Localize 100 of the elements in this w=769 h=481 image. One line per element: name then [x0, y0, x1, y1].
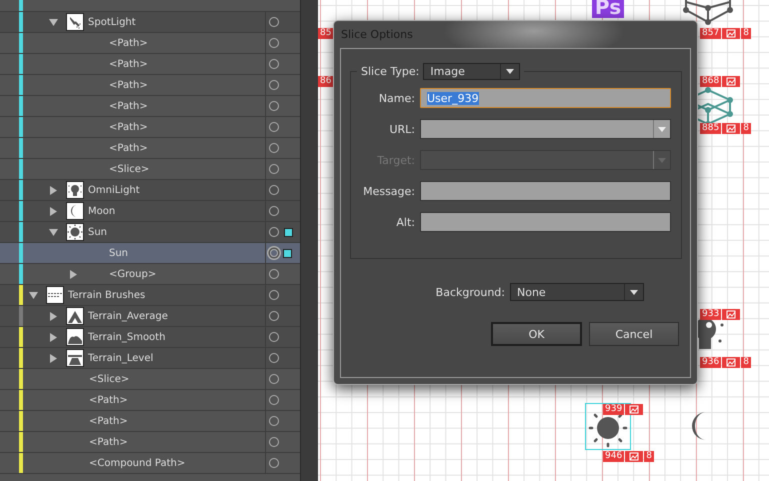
field-label: URL: — [388, 122, 416, 136]
slice-number: 933 — [700, 309, 722, 320]
input-field[interactable]: User_939 — [420, 88, 671, 108]
lightbulb-thumbnail — [66, 181, 84, 199]
layer-row[interactable]: <Slice> — [0, 159, 300, 180]
selected-slice-frame[interactable] — [585, 403, 631, 450]
layer-row[interactable]: <Path> — [0, 117, 300, 138]
slice-number: 946 — [603, 451, 624, 462]
layer-name: <Path> — [109, 80, 148, 90]
slice-number: 85 — [318, 28, 334, 39]
field-label: Background: — [436, 286, 505, 298]
layer-name: Terrain_Level — [88, 352, 154, 364]
collapse-triangle-icon[interactable] — [28, 292, 38, 298]
layer-row[interactable]: <Slice> — [0, 369, 300, 390]
plateau-thumbnail — [66, 349, 84, 367]
target-circle-icon[interactable] — [269, 164, 279, 174]
layer-row[interactable]: <Compound Path> — [0, 453, 300, 474]
background-dropdown[interactable]: None — [510, 283, 644, 301]
target-circle-icon[interactable] — [269, 353, 279, 363]
spotlight-thumbnail — [66, 13, 84, 31]
layer-name: Terrain Brushes — [68, 290, 146, 300]
expand-triangle-icon[interactable] — [50, 312, 56, 320]
layer-row[interactable]: Terrain_Smooth — [0, 327, 300, 348]
layer-row[interactable]: <Path> — [0, 390, 300, 411]
target-circle-icon[interactable] — [269, 122, 279, 132]
hills-thumbnail — [66, 328, 84, 346]
layer-row[interactable]: OmniLight — [0, 180, 300, 201]
layer-row[interactable]: <Path> — [0, 411, 300, 432]
expand-triangle-icon[interactable] — [70, 270, 76, 278]
slice-count: 8 — [741, 28, 751, 39]
input-field[interactable] — [420, 212, 671, 232]
layer-row[interactable]: <Path> — [0, 96, 300, 117]
layer-row[interactable]: Sun — [0, 222, 300, 243]
layer-row[interactable]: Terrain Brushes — [0, 285, 300, 306]
expand-triangle-icon[interactable] — [50, 354, 56, 362]
target-circle-icon[interactable] — [269, 206, 279, 216]
target-circle-icon[interactable] — [269, 101, 279, 111]
layer-row[interactable]: <Group> — [0, 264, 300, 285]
target-circle-icon[interactable] — [269, 227, 279, 237]
expand-triangle-icon[interactable] — [50, 332, 56, 342]
caret-icon[interactable] — [506, 69, 514, 74]
target-circle-icon[interactable] — [269, 80, 279, 90]
layer-name: Sun — [88, 226, 108, 238]
dialog-button[interactable]: Cancel — [589, 322, 679, 346]
expand-triangle-icon[interactable] — [50, 186, 56, 194]
target-circle-icon[interactable] — [269, 290, 279, 300]
caret-icon[interactable] — [630, 290, 638, 294]
layer-name: <Path> — [109, 122, 148, 132]
sun-thumbnail — [66, 223, 84, 241]
combo-field[interactable] — [420, 119, 671, 139]
layer-name: <Path> — [109, 142, 148, 154]
slice-count: 8 — [644, 451, 654, 462]
target-circle-icon[interactable] — [269, 311, 279, 321]
field-label: Slice Type: — [361, 65, 420, 78]
layer-name: <Slice> — [89, 374, 130, 384]
input-field[interactable] — [420, 181, 671, 201]
target-circle-icon[interactable] — [269, 458, 279, 468]
field-label: Name: — [378, 92, 416, 104]
layer-row[interactable]: <Path> — [0, 54, 300, 75]
target-circle-icon[interactable] — [269, 332, 279, 342]
layer-row[interactable]: Terrain_Level — [0, 348, 300, 369]
layer-row[interactable]: Sun — [0, 243, 300, 264]
target-circle-icon[interactable] — [269, 374, 279, 384]
layer-name: Moon — [88, 206, 116, 216]
slice-number: 885 — [700, 123, 722, 134]
moon-thumbnail — [66, 202, 84, 220]
collapse-triangle-icon[interactable] — [48, 18, 58, 26]
layer-row[interactable]: Moon — [0, 201, 300, 222]
slice-type-dropdown[interactable]: Image — [423, 63, 520, 80]
target-circle-icon[interactable] — [269, 143, 279, 153]
layer-name: <Path> — [89, 436, 128, 448]
field-label: Message: — [362, 184, 416, 198]
target-circle-icon[interactable] — [269, 59, 279, 69]
target-circle-icon[interactable] — [269, 416, 279, 426]
dialog-button[interactable]: OK — [491, 322, 582, 346]
layer-row[interactable]: <Path> — [0, 75, 300, 96]
layer-name: <Compound Path> — [89, 458, 186, 468]
target-circle-icon[interactable] — [269, 17, 279, 27]
target-circle-icon[interactable] — [269, 395, 279, 405]
layer-name: <Slice> — [109, 164, 150, 174]
layer-name: <Group> — [109, 268, 156, 280]
layer-row[interactable]: <Path> — [0, 432, 300, 453]
layer-row[interactable]: SpotLight — [0, 12, 300, 33]
slice-number: 86 — [318, 76, 334, 87]
layer-row[interactable]: Terrain_Average — [0, 306, 300, 327]
target-circle-icon[interactable] — [269, 269, 279, 279]
target-circle-icon[interactable] — [269, 437, 279, 447]
layer-name: OmniLight — [88, 184, 140, 196]
layer-name: <Path> — [109, 38, 148, 48]
collapse-triangle-icon[interactable] — [48, 228, 58, 236]
target-circle-icon[interactable] — [269, 38, 279, 48]
slice-number: 939 — [603, 404, 624, 415]
target-circle-icon[interactable] — [270, 249, 278, 257]
slice-number: 868 — [700, 76, 722, 87]
target-circle-icon[interactable] — [269, 185, 279, 195]
field-label: Alt: — [395, 216, 416, 228]
expand-triangle-icon[interactable] — [50, 206, 56, 216]
slice-count: 8 — [741, 123, 751, 134]
layer-row[interactable]: <Path> — [0, 33, 300, 54]
layer-row[interactable]: <Path> — [0, 138, 300, 159]
